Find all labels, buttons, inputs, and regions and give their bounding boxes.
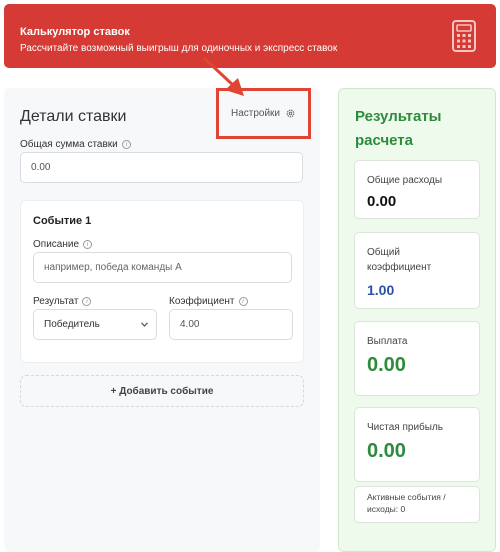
net-profit-value: 0.00 xyxy=(367,440,406,462)
chevron-down-icon xyxy=(141,322,148,327)
add-event-button[interactable]: + Добавить событие xyxy=(20,375,304,407)
info-icon[interactable]: i xyxy=(121,140,131,149)
total-cost-card: Общие расходы 0.00 xyxy=(354,160,480,219)
results-title: Результаты расчета xyxy=(355,108,442,149)
payout-value: 0.00 xyxy=(367,354,406,376)
active-events-card: Активные события / исходы: 0 xyxy=(354,486,480,523)
total-cost-label: Общие расходы xyxy=(367,175,443,186)
annotation-arrow-icon xyxy=(202,56,244,96)
total-odds-label: Общий коэффициент xyxy=(367,247,432,273)
info-icon[interactable]: i xyxy=(83,240,93,249)
settings-label: Настройки xyxy=(230,108,281,119)
event-card: Событие 1 Описание i Результат i Победит… xyxy=(20,200,304,363)
active-events-label: Активные события / исходы: 0 xyxy=(367,492,446,514)
payout-label: Выплата xyxy=(367,336,408,347)
odds-input[interactable] xyxy=(169,309,293,340)
header-banner: Калькулятор ставок Рассчитайте возможный… xyxy=(4,4,496,68)
gear-icon xyxy=(286,109,295,118)
total-stake-label: Общая сумма ставки i xyxy=(20,139,131,150)
description-label: Описание i xyxy=(33,239,93,250)
app-title: Калькулятор ставок xyxy=(20,26,130,38)
bet-details-title: Детали ставки xyxy=(20,108,127,125)
net-profit-card: Чистая прибыль 0.00 xyxy=(354,407,480,482)
info-icon[interactable]: i xyxy=(82,297,92,306)
bet-details-panel: Детали ставки Настройки Общая сумма став… xyxy=(4,88,320,552)
total-stake-input[interactable] xyxy=(20,152,303,183)
result-label: Результат i xyxy=(33,296,92,307)
total-odds-value: 1.00 xyxy=(367,282,395,298)
total-cost-value: 0.00 xyxy=(367,193,397,210)
event-title: Событие 1 xyxy=(33,215,92,227)
calculator-icon xyxy=(452,20,476,52)
total-odds-card: Общий коэффициент 1.00 xyxy=(354,232,480,309)
odds-label: Коэффициент i xyxy=(169,296,248,307)
info-icon[interactable]: i xyxy=(238,297,248,306)
net-profit-label: Чистая прибыль xyxy=(367,422,443,433)
result-select[interactable]: Победитель xyxy=(33,309,157,340)
results-panel: Результаты расчета Общие расходы 0.00 Об… xyxy=(338,88,496,552)
payout-card: Выплата 0.00 xyxy=(354,321,480,396)
description-input[interactable] xyxy=(33,252,292,283)
app-subtitle: Рассчитайте возможный выигрыш для одиноч… xyxy=(20,43,338,54)
